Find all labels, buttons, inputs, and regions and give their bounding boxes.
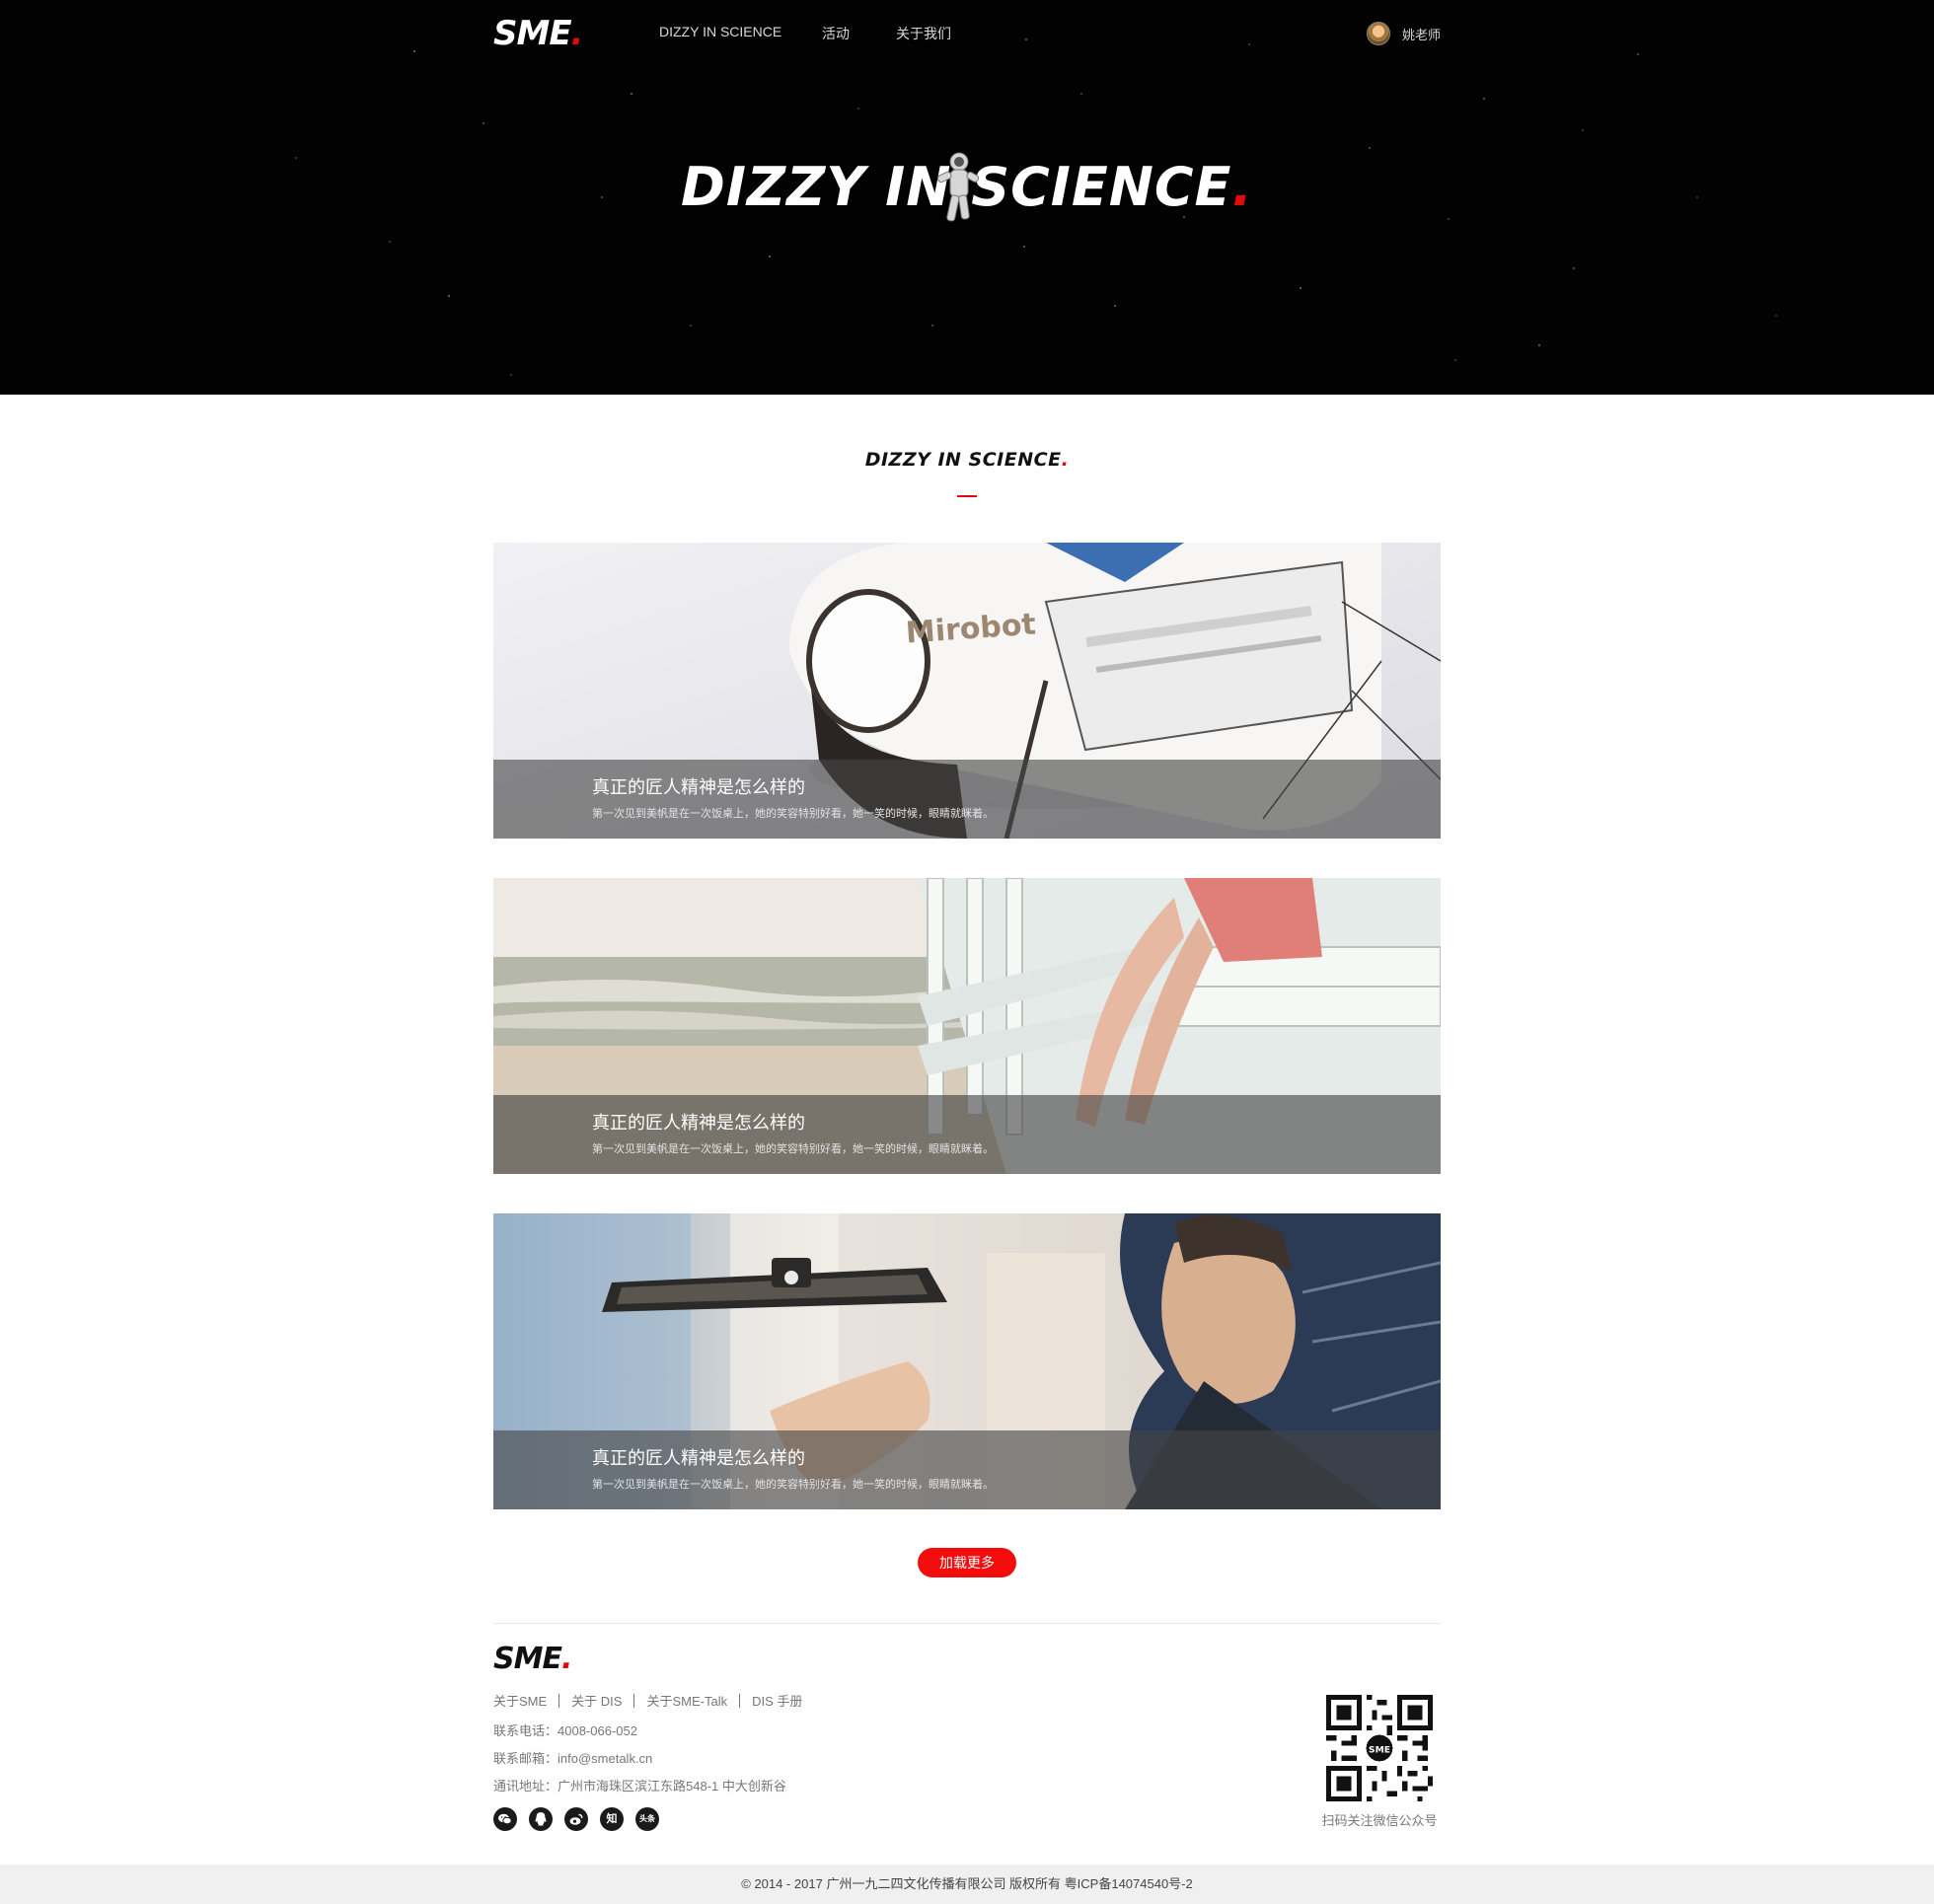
article-title[interactable]: 真正的匠人精神是怎么样的 [592,773,805,799]
footer-phone: 联系电话：4008-066-052 [493,1723,637,1738]
wechat-qr-code: SME [1326,1695,1433,1801]
article-caption: 真正的匠人精神是怎么样的 第一次见到美帆是在一次饭桌上，她的笑容特别好看，她一笑… [493,760,1441,839]
section-title: DIZZY IN SCIENCE. [864,449,1070,471]
weibo-icon[interactable] [564,1807,588,1831]
article-description: 第一次见到美帆是在一次饭桌上，她的笑容特别好看，她一笑的时候，眼睛就眯着。 [592,1143,994,1155]
top-navigation: SME. DIZZY IN SCIENCE 活动 关于我们 姚老师 [493,0,1441,67]
user-name: 姚老师 [1401,27,1441,42]
article-card[interactable]: Mirobot 真正的匠人精神是怎么样的 第一次见到美帆是在一次饭桌上，她的笑容… [493,543,1441,839]
qq-icon[interactable] [529,1807,553,1831]
nav-item-activities[interactable]: 活动 [822,24,850,43]
article-description: 第一次见到美帆是在一次饭桌上，她的笑容特别好看，她一笑的时候，眼睛就眯着。 [592,1479,994,1491]
article-title[interactable]: 真正的匠人精神是怎么样的 [592,1444,805,1470]
load-more-button[interactable]: 加载更多 [918,1548,1016,1577]
footer-link-separator [739,1693,741,1708]
toutiao-icon[interactable]: 头条 [635,1807,659,1831]
article-title[interactable]: 真正的匠人精神是怎么样的 [592,1109,805,1135]
astronaut-illustration [936,152,980,222]
footer-link-separator [558,1693,560,1708]
section-title-underline [957,495,977,497]
article-caption: 真正的匠人精神是怎么样的 第一次见到美帆是在一次饭桌上，她的笑容特别好看，她一笑… [493,1095,1441,1174]
qr-center-logo: SME [1369,1745,1390,1756]
footer-link-about-dis[interactable]: 关于 DIS [571,1691,622,1710]
qr-code-label: 扫码关注微信公众号 [1321,1813,1438,1828]
footer-links: 关于SME 关于 DIS 关于SME-Talk DIS 手册 [493,1691,802,1710]
article-caption: 真正的匠人精神是怎么样的 第一次见到美帆是在一次饭桌上，她的笑容特别好看，她一笑… [493,1430,1441,1509]
footer-logo[interactable]: SME. [493,1642,572,1676]
zhihu-icon[interactable]: 知 [600,1807,624,1831]
article-description: 第一次见到美帆是在一次饭桌上，她的笑容特别好看，她一笑的时候，眼睛就眯着。 [592,808,994,820]
footer-divider [493,1623,1441,1624]
footer-link-about-sme[interactable]: 关于SME [493,1691,547,1710]
nav-item-dizzy-in-science[interactable]: DIZZY IN SCIENCE [659,24,781,39]
footer-email[interactable]: 联系邮箱：info@smetalk.cn [493,1748,652,1767]
avatar [1366,22,1390,45]
copyright-bar: © 2014 - 2017 广州一九二四文化传播有限公司 版权所有 粤ICP备1… [0,1865,1934,1904]
wechat-icon[interactable] [493,1807,517,1831]
article-card[interactable]: 真正的匠人精神是怎么样的 第一次见到美帆是在一次饭桌上，她的笑容特别好看，她一笑… [493,878,1441,1174]
footer-address: 通讯地址：广州市海珠区滨江东路548-1 中大创新谷 [493,1779,786,1794]
footer-link-about-sme-talk[interactable]: 关于SME-Talk [646,1691,727,1710]
sme-logo[interactable]: SME. [493,14,583,53]
user-menu[interactable]: 姚老师 [1366,20,1441,47]
footer-link-dis-manual[interactable]: DIS 手册 [752,1691,802,1710]
footer-link-separator [633,1693,635,1708]
hero-banner: SME. DIZZY IN SCIENCE 活动 关于我们 姚老师 DIZZY … [0,0,1934,395]
article-card[interactable]: 真正的匠人精神是怎么样的 第一次见到美帆是在一次饭桌上，她的笑容特别好看，她一笑… [493,1213,1441,1509]
nav-item-about-us[interactable]: 关于我们 [896,24,951,43]
